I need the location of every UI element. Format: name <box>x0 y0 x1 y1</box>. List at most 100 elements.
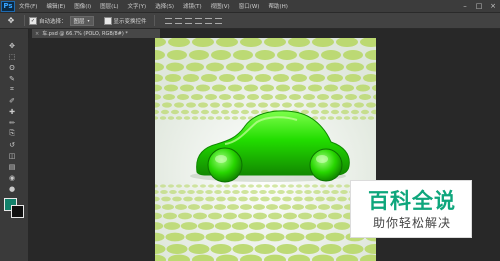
show-transform-checkbox[interactable] <box>103 16 112 25</box>
pattern-dot <box>212 84 226 92</box>
auto-select-dropdown[interactable]: 图层 ▾ <box>69 15 94 26</box>
pattern-dot <box>303 94 315 100</box>
pattern-dot <box>246 62 264 72</box>
marquee-tool-icon[interactable]: ⬚ <box>2 51 22 62</box>
pattern-dot <box>319 116 327 120</box>
close-button[interactable]: × <box>486 0 500 12</box>
clone-stamp-tool-icon[interactable]: ⎘ <box>2 128 22 139</box>
pattern-dot <box>201 74 217 82</box>
show-transform-label: 显示变换控件 <box>113 18 147 25</box>
pattern-dot <box>245 232 265 242</box>
align-left-icon[interactable] <box>194 17 202 24</box>
menu-filter[interactable]: 滤镜(T) <box>183 2 202 10</box>
pattern-dot <box>282 196 292 202</box>
pattern-dot <box>175 116 183 120</box>
history-brush-tool-icon[interactable]: ↺ <box>2 139 22 150</box>
align-top-icon[interactable] <box>164 17 172 24</box>
pattern-dot <box>261 94 273 100</box>
document-tab[interactable]: × 车.psd @ 66.7% (POLO, RGB/8#) * <box>32 29 160 38</box>
pattern-dot <box>296 184 302 188</box>
pattern-dot <box>293 196 303 202</box>
eraser-tool-icon[interactable]: ◫ <box>2 150 22 161</box>
align-hcenter-icon[interactable] <box>204 17 212 24</box>
menu-layer[interactable]: 图层(L) <box>100 2 118 10</box>
pattern-dot <box>249 196 259 202</box>
pattern-dot <box>270 102 280 108</box>
pattern-dot <box>283 212 297 220</box>
eyedropper-tool-icon[interactable]: ✐ <box>2 95 22 106</box>
pattern-dot <box>226 62 244 72</box>
pattern-dot <box>275 94 287 100</box>
align-right-icon[interactable] <box>214 17 222 24</box>
menu-image[interactable]: 图像(I) <box>74 2 91 10</box>
pattern-dot <box>331 94 343 100</box>
pattern-dot <box>184 184 190 188</box>
pattern-dot <box>225 232 245 242</box>
pattern-dot <box>223 212 237 220</box>
pattern-dot <box>367 116 375 120</box>
maximize-button[interactable]: □ <box>472 0 486 12</box>
pattern-dot <box>312 184 318 188</box>
window-controls: – □ × <box>458 0 500 12</box>
pattern-dot <box>216 184 222 188</box>
align-vcenter-icon[interactable] <box>174 17 182 24</box>
pattern-dot <box>276 244 298 254</box>
gradient-tool-icon[interactable]: ▤ <box>2 161 22 172</box>
close-tab-icon[interactable]: × <box>35 31 39 37</box>
auto-select-label: 自动选择： <box>39 18 67 25</box>
pattern-dot <box>164 84 178 92</box>
menu-select[interactable]: 选择(S) <box>155 2 174 10</box>
document-title: 车.psd @ 66.7% (POLO, RGB/8#) * <box>42 31 128 37</box>
menu-window[interactable]: 窗口(W) <box>239 2 260 10</box>
pattern-dot <box>343 116 351 120</box>
menu-help[interactable]: 帮助(H) <box>268 2 287 10</box>
pattern-dot <box>328 184 334 188</box>
pattern-dot <box>251 109 259 115</box>
pattern-dot <box>306 102 316 108</box>
tool-preset-picker[interactable]: ✥ <box>2 15 20 26</box>
pattern-dot <box>233 50 253 60</box>
pattern-dot <box>205 232 225 242</box>
lasso-tool-icon[interactable]: ʘ <box>2 62 22 73</box>
pattern-dot <box>205 196 215 202</box>
menu-edit[interactable]: 编辑(E) <box>46 2 65 10</box>
pattern-dot <box>292 204 304 210</box>
pattern-dot <box>333 222 351 230</box>
pattern-dot <box>237 74 253 82</box>
pattern-dot <box>189 50 209 60</box>
pattern-dot <box>231 222 249 230</box>
pattern-dot <box>326 196 336 202</box>
auto-select-value: 图层 <box>73 18 85 25</box>
options-bar: ✥ ✓ 自动选择： 图层 ▾ 显示变换控件 <box>0 13 500 29</box>
pattern-dot <box>324 84 338 92</box>
minimize-button[interactable]: – <box>458 0 472 12</box>
move-tool-icon[interactable]: ✥ <box>2 40 22 51</box>
pattern-dot <box>197 222 215 230</box>
crop-tool-icon[interactable]: ⌗ <box>2 84 22 95</box>
document-canvas[interactable] <box>155 38 376 261</box>
menu-file[interactable]: 文件(F) <box>19 2 37 10</box>
brush-tool-icon[interactable]: ✏ <box>2 117 22 128</box>
menu-view[interactable]: 视图(V) <box>211 2 230 10</box>
menu-type[interactable]: 文字(Y) <box>128 2 147 10</box>
pattern-dot <box>264 184 270 188</box>
pattern-dot <box>309 74 325 82</box>
pattern-dot <box>244 84 258 92</box>
tool-list: ✥⬚ʘ✎⌗✐✚✏⎘↺◫▤◉●✒T➤▭✋⚲ <box>2 40 22 194</box>
quick-select-tool-icon[interactable]: ✎ <box>2 73 22 84</box>
pattern-dot <box>223 190 231 194</box>
pattern-dot <box>215 116 223 120</box>
pattern-dot <box>200 184 206 188</box>
auto-select-checkbox[interactable]: ✓ <box>29 16 37 25</box>
align-bottom-icon[interactable] <box>184 17 192 24</box>
photoshop-logo[interactable]: Ps <box>1 0 15 12</box>
pattern-dot <box>331 190 339 194</box>
pattern-dot <box>340 190 348 194</box>
pattern-dot <box>161 109 169 115</box>
pattern-dot <box>313 190 321 194</box>
pattern-dot <box>163 94 175 100</box>
blur-tool-icon[interactable]: ◉ <box>2 172 22 183</box>
dodge-tool-icon[interactable]: ● <box>2 183 22 194</box>
background-color-swatch[interactable] <box>11 205 24 218</box>
healing-tool-icon[interactable]: ✚ <box>2 106 22 117</box>
